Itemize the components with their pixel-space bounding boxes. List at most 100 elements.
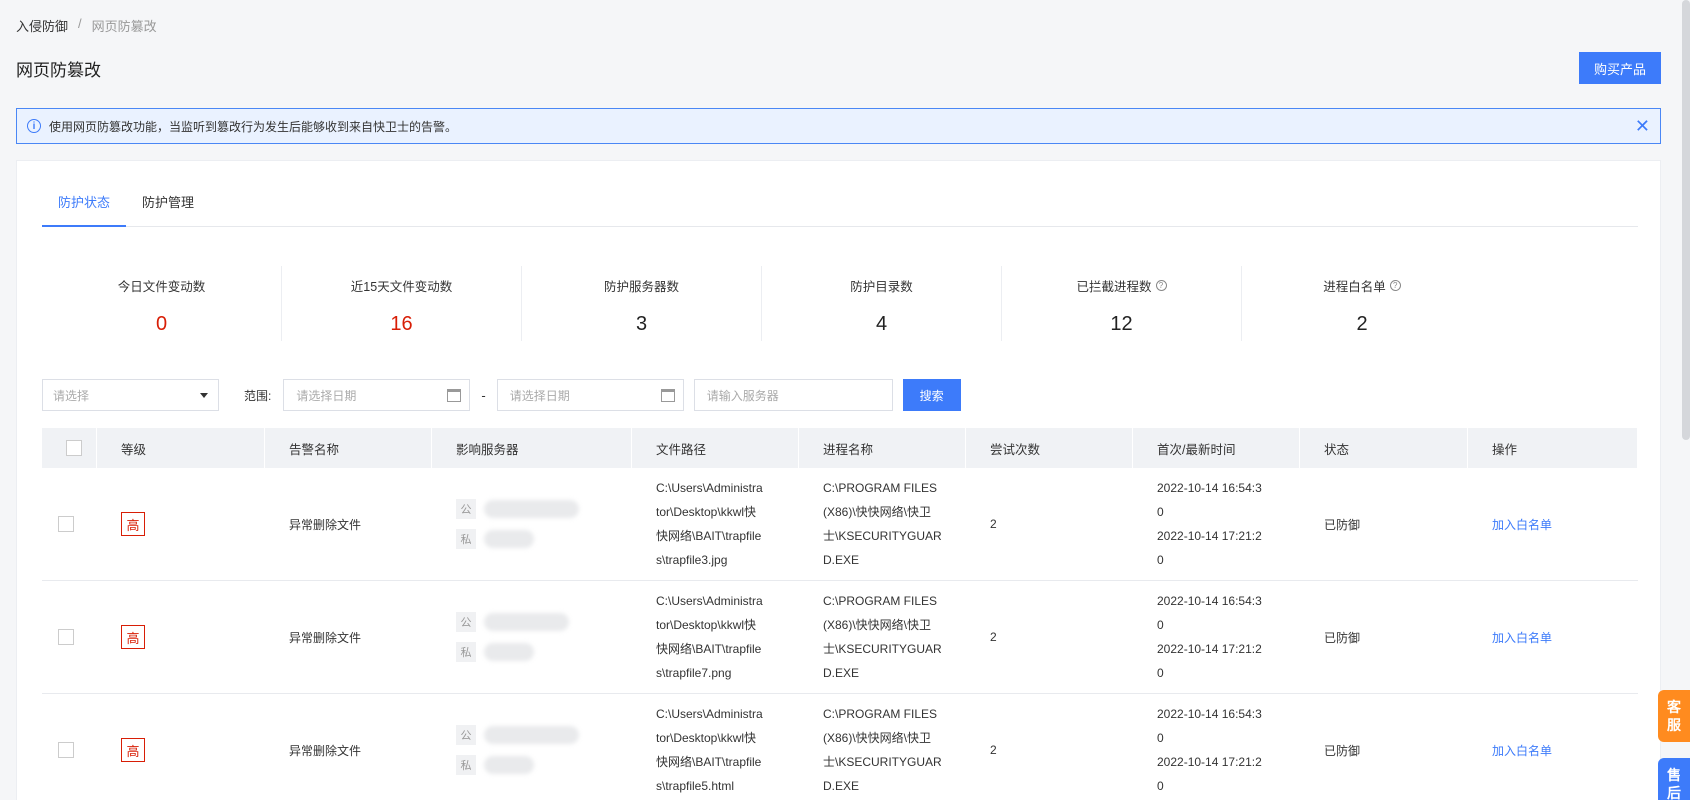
level-badge: 高: [121, 512, 145, 536]
public-ip-tag: 公: [456, 725, 476, 745]
page-scrollbar[interactable]: [1682, 0, 1690, 440]
stat-label: 已拦截进程数?: [1076, 276, 1167, 295]
stat-value: 0: [155, 313, 168, 335]
add-to-whitelist-link[interactable]: 加入白名单: [1492, 629, 1552, 646]
header-file-path: 文件路径: [632, 428, 799, 468]
header-affected-server: 影响服务器: [432, 428, 632, 468]
add-to-whitelist-link[interactable]: 加入白名单: [1492, 742, 1552, 759]
customer-service-button[interactable]: 客 服: [1658, 690, 1690, 742]
redacted-ip: [484, 643, 534, 661]
breadcrumb-separator: /: [78, 16, 82, 31]
caret-down-icon: [200, 392, 208, 398]
table-row: 高 异常删除文件 公 私 C:\Users\Administra tor\Des…: [42, 694, 1638, 800]
public-ip-tag: 公: [456, 499, 476, 519]
info-icon: i: [27, 119, 41, 133]
close-icon[interactable]: ✕: [1635, 117, 1650, 135]
private-ip-tag: 私: [456, 529, 476, 549]
select-all-checkbox[interactable]: [66, 440, 82, 456]
calendar-icon: [447, 388, 462, 402]
date-placeholder: 请选择日期: [296, 388, 357, 403]
affected-server-cell: 公 私: [432, 468, 632, 581]
level-cell: 高: [97, 468, 265, 581]
alert-name-cell: 异常删除文件: [289, 743, 362, 758]
select-placeholder: 请选择: [53, 388, 90, 403]
private-ip-tag: 私: [456, 642, 476, 662]
redacted-ip: [484, 756, 534, 774]
redacted-ip: [484, 500, 579, 518]
process-name-cell: C:\PROGRAM FILES (X86)\快快网络\快卫 士\KSECURI…: [823, 707, 942, 793]
header-attempts: 尝试次数: [966, 428, 1133, 468]
level-badge: 高: [121, 625, 145, 649]
info-alert: i 使用网页防篡改功能，当监听到篡改行为发生后能够收到来自快卫士的告警。 ✕: [16, 108, 1661, 144]
stat-label: 今日文件变动数: [117, 280, 206, 294]
main-card: 防护状态 防护管理 今日文件变动数 0 近15天文件变动数 16 防护服务器数 …: [16, 160, 1661, 800]
stat-process-whitelist: 进程白名单? 2: [1242, 266, 1482, 341]
stat-today-file-changes: 今日文件变动数 0: [42, 266, 282, 341]
header-checkbox-cell: [42, 428, 97, 468]
stat-label: 进程白名单?: [1323, 276, 1401, 295]
buy-product-button[interactable]: 购买产品: [1579, 52, 1661, 84]
add-to-whitelist-link[interactable]: 加入白名单: [1492, 516, 1552, 533]
row-checkbox[interactable]: [58, 629, 74, 645]
affected-server-cell: 公 私: [432, 694, 632, 800]
after-sales-button[interactable]: 售 后: [1658, 758, 1690, 800]
range-dash: -: [481, 387, 486, 403]
breadcrumb-parent[interactable]: 入侵防御: [16, 16, 68, 35]
status-cell: 已防御: [1324, 517, 1361, 532]
tab-protection-management[interactable]: 防护管理: [126, 189, 210, 227]
stat-label: 防护目录数: [850, 280, 913, 294]
stat-15day-file-changes: 近15天文件变动数 16: [282, 266, 522, 341]
stat-value: 16: [390, 313, 413, 335]
range-label: 范围:: [244, 388, 272, 403]
stat-value: 12: [1110, 313, 1133, 335]
help-icon[interactable]: ?: [1389, 280, 1401, 291]
end-date-input[interactable]: 请选择日期: [496, 379, 684, 411]
date-placeholder: 请选择日期: [509, 388, 570, 403]
stat-label: 近15天文件变动数: [350, 280, 453, 294]
action-cell: 加入白名单: [1468, 581, 1638, 694]
attempts-cell: 2: [990, 743, 997, 757]
header-process-name: 进程名称: [799, 428, 966, 468]
calendar-icon: [660, 388, 675, 402]
public-ip-tag: 公: [456, 612, 476, 632]
file-path-cell: C:\Users\Administra tor\Desktop\kkwl快 快网…: [656, 707, 763, 793]
row-checkbox-cell: [42, 581, 97, 694]
table-row: 高 异常删除文件 公 私 C:\Users\Administra tor\Des…: [42, 468, 1638, 581]
level-cell: 高: [97, 694, 265, 800]
row-checkbox[interactable]: [58, 742, 74, 758]
attempts-cell: 2: [990, 517, 997, 531]
header-action: 操作: [1468, 428, 1638, 468]
action-cell: 加入白名单: [1468, 468, 1638, 581]
process-name-cell: C:\PROGRAM FILES (X86)\快快网络\快卫 士\KSECURI…: [823, 594, 942, 680]
stats-panel: 今日文件变动数 0 近15天文件变动数 16 防护服务器数 3 防护目录数 4 …: [42, 266, 1482, 341]
stat-value: 2: [1356, 313, 1368, 335]
redacted-ip: [484, 726, 579, 744]
stat-protected-directories: 防护目录数 4: [762, 266, 1002, 341]
table-header: 等级 告警名称 影响服务器 文件路径 进程名称 尝试次数 首次/最新时间 状态 …: [42, 428, 1638, 468]
level-select[interactable]: 请选择: [42, 379, 219, 411]
stat-value: 3: [635, 313, 648, 335]
table-row: 高 异常删除文件 公 私 C:\Users\Administra tor\Des…: [42, 581, 1638, 694]
redacted-ip: [484, 613, 569, 631]
stat-protected-servers: 防护服务器数 3: [522, 266, 762, 341]
row-checkbox-cell: [42, 468, 97, 581]
filter-bar: 请选择 范围: 请选择日期 - 请选择日期 请输入服务器 搜索: [42, 379, 961, 411]
header-status: 状态: [1300, 428, 1468, 468]
start-date-input[interactable]: 请选择日期: [283, 379, 471, 411]
row-checkbox-cell: [42, 694, 97, 800]
alert-name-cell: 异常删除文件: [289, 630, 362, 645]
search-button[interactable]: 搜索: [902, 379, 961, 411]
help-icon[interactable]: ?: [1155, 280, 1167, 291]
breadcrumb: 入侵防御 / 网页防篡改: [16, 16, 157, 35]
tab-protection-status[interactable]: 防护状态: [42, 189, 127, 227]
stat-blocked-processes: 已拦截进程数? 12: [1002, 266, 1242, 341]
level-badge: 高: [121, 738, 145, 762]
times-cell: 2022-10-14 16:54:3 0 2022-10-14 17:21:2 …: [1157, 594, 1262, 680]
row-checkbox[interactable]: [58, 516, 74, 532]
process-name-cell: C:\PROGRAM FILES (X86)\快快网络\快卫 士\KSECURI…: [823, 481, 942, 567]
page-title: 网页防篡改: [16, 61, 101, 80]
attempts-cell: 2: [990, 630, 997, 644]
times-cell: 2022-10-14 16:54:3 0 2022-10-14 17:21:2 …: [1157, 481, 1262, 567]
header-times: 首次/最新时间: [1133, 428, 1300, 468]
server-search-input[interactable]: 请输入服务器: [693, 379, 893, 411]
